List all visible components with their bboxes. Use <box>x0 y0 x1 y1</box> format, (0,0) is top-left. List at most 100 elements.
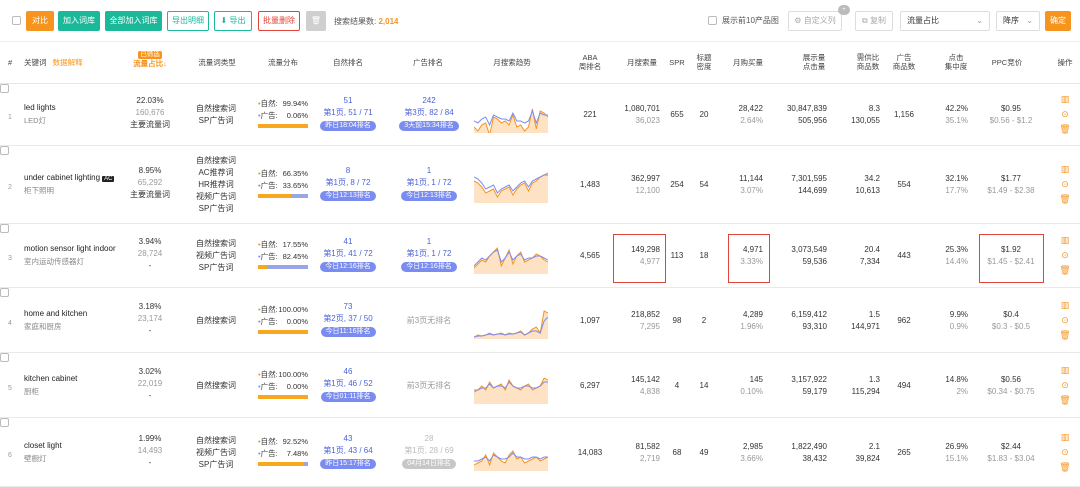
bar-chart-icon[interactable]: ▥ <box>1058 364 1072 377</box>
ad-rank-page: 第3页, 82 / 84 <box>404 108 454 117</box>
ppc-cell: $1.77 $1.49 - $2.38 <box>976 173 1046 197</box>
flow-share-value: 3.94% <box>138 237 162 246</box>
flow-share-type: 主要流量词 <box>130 120 170 129</box>
trash-icon[interactable]: 🗑 <box>1058 193 1072 206</box>
row-checkbox[interactable] <box>0 146 9 155</box>
keyword-translation: 室内运动传感器灯 <box>24 257 84 266</box>
supply-demand-value: 34.2 <box>864 174 880 183</box>
flow-type-item: 自然搜索词 <box>196 156 236 165</box>
filtered-tag: 已筛选 <box>138 51 162 59</box>
keyword-text[interactable]: under cabinet lighting <box>24 173 100 182</box>
flow-ad-pct: 0.00% <box>286 381 308 391</box>
monthly-search-sub: 36,023 <box>635 116 660 125</box>
row-number: 5 <box>8 384 12 392</box>
trash-icon[interactable]: 🗑 <box>1058 329 1072 342</box>
ppc-cell: $0.56 $0.34 - $0.75 <box>976 374 1046 398</box>
export-button[interactable]: ⬇ 导出 <box>214 11 252 31</box>
trash-icon[interactable]: 🗑 <box>1058 264 1072 277</box>
product-count-value: 10,613 <box>855 186 880 195</box>
monthly-buy-value: 11,144 <box>739 174 763 183</box>
col-flow-share[interactable]: 已筛选 流量占比↓ <box>130 49 170 68</box>
more-icon[interactable]: ⊙ <box>1058 314 1072 327</box>
col-supply-demand: 需供比 商品数 <box>850 53 886 71</box>
data-explain-link[interactable]: 数据解释 <box>53 58 83 67</box>
row-checkbox[interactable] <box>0 288 9 297</box>
highlight-monthly-buy <box>728 234 770 283</box>
more-icon[interactable]: ⊙ <box>1058 249 1072 262</box>
row-checkbox[interactable] <box>0 224 9 233</box>
row-checkbox[interactable] <box>0 84 9 93</box>
keyword-cell[interactable]: led lights LED灯 <box>24 103 56 126</box>
confirm-button[interactable]: 确定 <box>1045 11 1071 31</box>
natural-rank-value[interactable]: 43 <box>312 433 384 445</box>
trash-icon[interactable]: 🗑 <box>1058 394 1072 407</box>
natural-rank-cell: 73 第2页, 37 / 50 今日11:16排名 <box>312 301 384 337</box>
trash-icon[interactable]: 🗑 <box>1058 123 1072 136</box>
click-concentration-value: 25.3% <box>945 245 968 254</box>
natural-rank-value[interactable]: 41 <box>312 236 384 248</box>
natural-rank-value[interactable]: 73 <box>312 301 384 313</box>
keyword-cell[interactable]: motion sensor light indoor 室内运动传感器灯 <box>24 244 116 267</box>
bar-chart-icon[interactable]: ▥ <box>1058 299 1072 312</box>
flow-natural-text: 自然: <box>260 169 278 178</box>
more-icon[interactable]: ⊙ <box>1058 379 1072 392</box>
search-trend-sparkline <box>474 376 548 404</box>
col-aba-1: ABA <box>582 53 598 62</box>
trash-icon[interactable]: 🗑 <box>1058 461 1072 474</box>
add-all-to-library-button[interactable]: 全部加入词库 <box>105 11 162 31</box>
keyword-cell[interactable]: under cabinet lighting AC 柜下照明 <box>24 173 115 196</box>
monthly-search-cell: 362,997 12,100 <box>631 173 660 197</box>
keyword-text[interactable]: home and kitchen <box>24 309 87 318</box>
more-icon[interactable]: ⊙ <box>1058 446 1072 459</box>
row-actions: ▥ ⊙ 🗑 <box>1058 93 1072 138</box>
bar-chart-icon[interactable]: ▥ <box>1058 93 1072 106</box>
ad-rank-value[interactable]: 28 <box>392 433 466 445</box>
bar-chart-icon[interactable]: ▥ <box>1058 431 1072 444</box>
result-count: 搜索结果数: 2,014 <box>334 16 399 27</box>
compare-button[interactable]: 对比 <box>26 11 54 31</box>
row-actions: ▥ ⊙ 🗑 <box>1058 364 1072 409</box>
more-icon[interactable]: ⊙ <box>1058 178 1072 191</box>
add-to-library-button[interactable]: 加入词库 <box>58 11 100 31</box>
aba-rank: 221 <box>583 110 597 119</box>
export-detail-button[interactable]: 导出明细 <box>167 11 209 31</box>
show-top10-checkbox[interactable] <box>708 16 717 25</box>
natural-rank-value[interactable]: 46 <box>312 366 384 378</box>
clicks-value: 59,179 <box>802 386 827 396</box>
click-concentration-cell: 14.8% 2% <box>945 374 968 398</box>
ad-products-value: 494 <box>897 380 911 390</box>
ad-rank-value[interactable]: 1 <box>392 236 466 248</box>
flow-ad-text: 广告: <box>260 316 278 326</box>
click-concentration-value: 32.1% <box>945 174 968 183</box>
product-count-value: 144,971 <box>851 321 880 331</box>
batch-delete-button[interactable]: 批量删除 <box>258 11 300 31</box>
keyword-cell[interactable]: closet light 壁橱灯 <box>24 441 62 464</box>
keyword-cell[interactable]: kitchen cabinet 厨柜 <box>24 374 77 397</box>
bar-chart-icon[interactable]: ▥ <box>1058 234 1072 247</box>
delete-icon[interactable]: 🗑 <box>306 11 326 31</box>
ad-rank-value[interactable]: 1 <box>392 165 466 177</box>
row-checkbox[interactable] <box>0 353 9 362</box>
select-all-checkbox[interactable] <box>12 16 21 25</box>
keyword-text[interactable]: kitchen cabinet <box>24 374 77 383</box>
supply-demand-value: 8.3 <box>868 104 880 113</box>
natural-rank-value[interactable]: 8 <box>312 165 384 177</box>
row-actions: ▥ ⊙ 🗑 <box>1058 431 1072 476</box>
custom-columns-button[interactable]: ⚙ 自定义列 <box>788 11 842 31</box>
row-checkbox[interactable] <box>0 418 9 427</box>
flow-distribution: •自然: 100.00% •广告: 0.00% <box>258 304 308 334</box>
copy-button[interactable]: ⧉ 复制 <box>855 11 893 31</box>
sort-order-select[interactable]: 降序 ⌄ <box>996 11 1040 31</box>
ad-rank-value[interactable]: 242 <box>392 95 466 107</box>
sort-field-select[interactable]: 流量占比 ⌄ <box>900 11 990 31</box>
flow-natural-line: •自然: 92.52% <box>258 436 308 448</box>
keyword-cell[interactable]: home and kitchen 家庭和厨房 <box>24 309 87 332</box>
bar-chart-icon[interactable]: ▥ <box>1058 163 1072 176</box>
keyword-text[interactable]: closet light <box>24 441 62 450</box>
row-number: 1 <box>8 114 12 121</box>
natural-rank-value[interactable]: 51 <box>312 95 384 107</box>
flow-bar-natural <box>258 194 292 198</box>
keyword-text[interactable]: led lights <box>24 103 56 112</box>
more-icon[interactable]: ⊙ <box>1058 108 1072 121</box>
keyword-text[interactable]: motion sensor light indoor <box>24 244 116 253</box>
